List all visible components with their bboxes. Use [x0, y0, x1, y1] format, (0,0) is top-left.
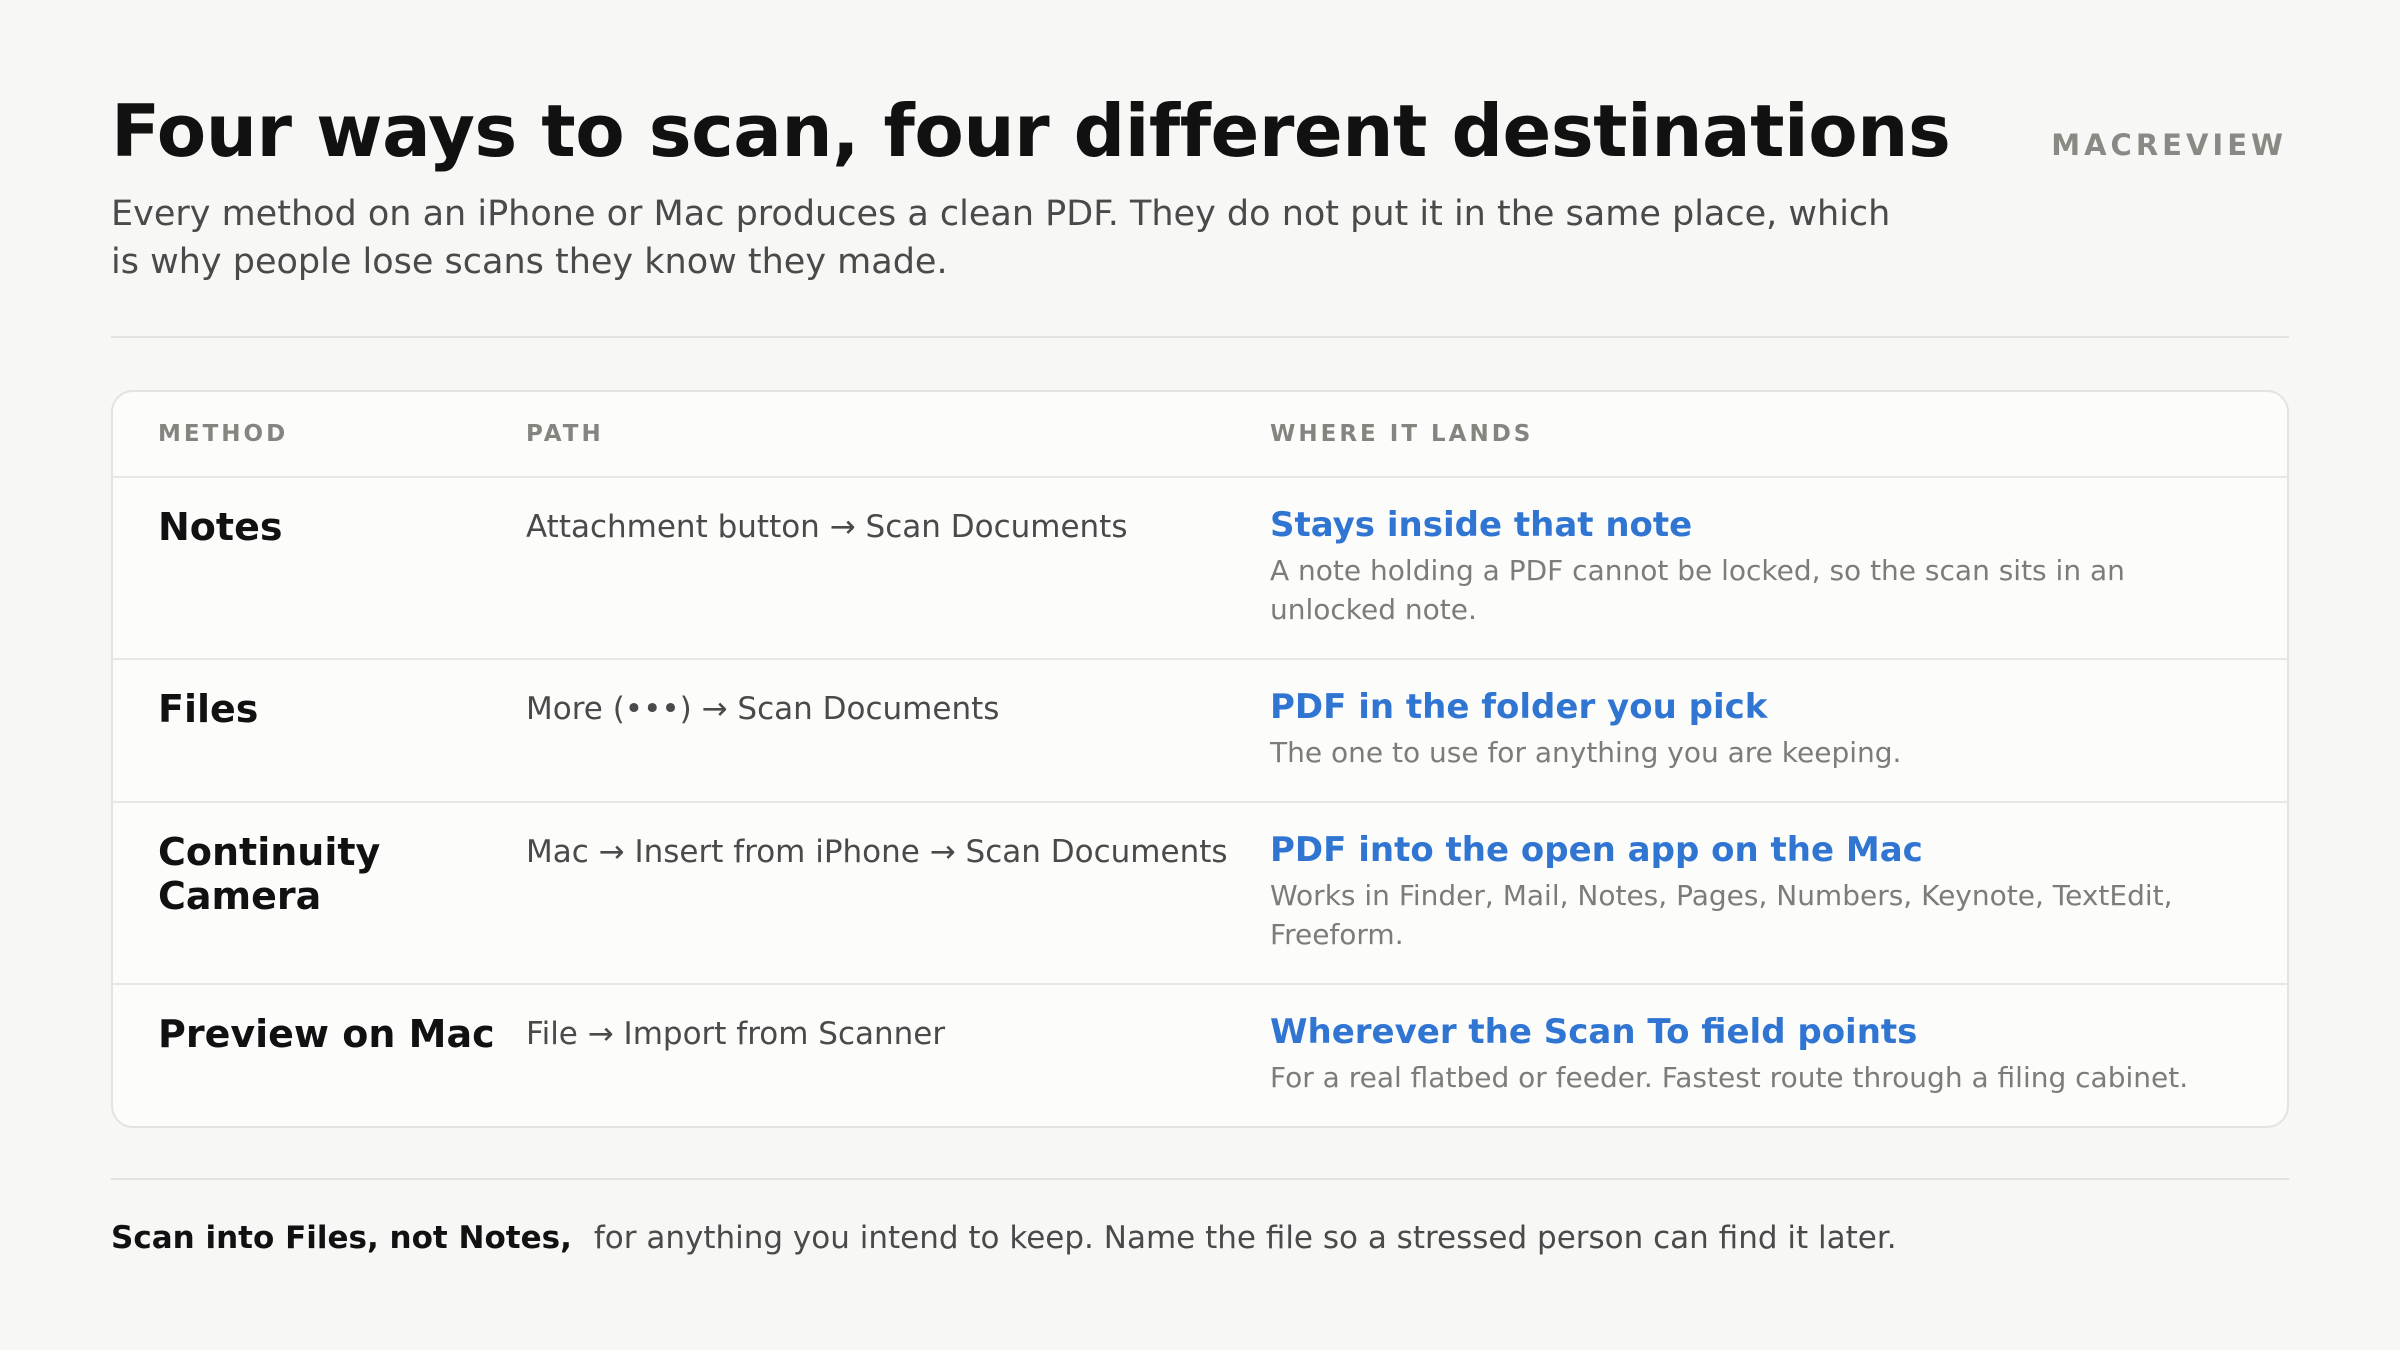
page-title: Four ways to scan, four different destin…: [111, 89, 1951, 173]
table-row-notes: Notes Attachment button → Scan Documents…: [113, 476, 2287, 658]
method-name: Preview on Mac: [158, 1012, 495, 1056]
column-header-where-it-lands: WHERE IT LANDS: [1270, 421, 1534, 447]
destination-title: PDF into the open app on the Mac: [1270, 830, 1923, 870]
method-path: Mac → Insert from iPhone → Scan Document…: [526, 834, 1228, 870]
method-name: Notes: [158, 505, 283, 549]
destination-title: Stays inside that note: [1270, 505, 1693, 545]
method-destination: Wherever the Scan To field points For a …: [1270, 1012, 2287, 1097]
destination-title: PDF in the folder you pick: [1270, 687, 1768, 727]
destination-description: The one to use for anything you are keep…: [1270, 736, 1902, 769]
method-path: File → Import from Scanner: [526, 1016, 946, 1052]
brand-logo: MACREVIEW: [2051, 128, 2287, 162]
destination-description: Works in Finder, Mail, Notes, Pages, Num…: [1270, 879, 2173, 951]
page-subtitle: Every method on an iPhone or Mac produce…: [111, 194, 1891, 282]
header: Four ways to scan, four different destin…: [111, 0, 2289, 286]
column-header-path: PATH: [526, 421, 604, 447]
table-row-preview-on-mac: Preview on Mac File → Import from Scanne…: [113, 983, 2287, 1126]
footer-note: Scan into Files, not Notes, for anything …: [111, 1218, 2289, 1258]
footer-emphasis: Scan into Files, not Notes,: [111, 1220, 572, 1256]
divider: [111, 336, 2289, 338]
page: Four ways to scan, four different destin…: [0, 0, 2400, 1350]
destination-description: For a real flatbed or feeder. Fastest ro…: [1270, 1061, 2189, 1094]
method-name: Files: [158, 687, 259, 731]
method-destination: PDF into the open app on the Mac Works i…: [1270, 830, 2287, 954]
table-row-files: Files More (•••) → Scan Documents PDF in…: [113, 658, 2287, 801]
method-path: More (•••) → Scan Documents: [526, 691, 1000, 727]
destination-title: Wherever the Scan To field points: [1270, 1012, 1918, 1052]
divider: [111, 1178, 2289, 1180]
column-header-method: METHOD: [158, 421, 289, 447]
footer-text: for anything you intend to keep. Name th…: [593, 1220, 1897, 1256]
table-header-row: METHOD PATH WHERE IT LANDS: [113, 392, 2287, 476]
method-destination: PDF in the folder you pick The one to us…: [1270, 687, 2287, 772]
table-row-continuity-camera: Continuity Camera Mac → Insert from iPho…: [113, 801, 2287, 983]
method-name: Continuity Camera: [158, 830, 381, 918]
method-destination: Stays inside that note A note holding a …: [1270, 505, 2287, 629]
scan-methods-table: METHOD PATH WHERE IT LANDS Notes Attachm…: [111, 390, 2289, 1128]
method-path: Attachment button → Scan Documents: [526, 509, 1128, 545]
destination-description: A note holding a PDF cannot be locked, s…: [1270, 554, 2125, 626]
